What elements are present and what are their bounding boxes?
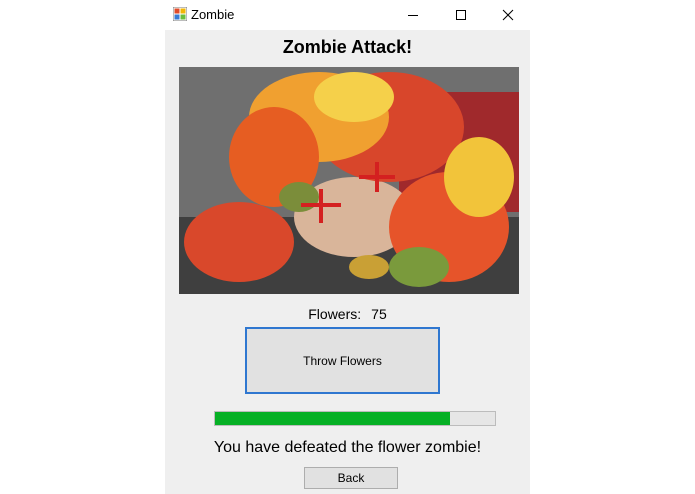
- window-title: Zombie: [191, 7, 235, 22]
- client-area: Zombie Attack! Flowers: 75 Throw Flowers…: [165, 30, 530, 494]
- status-message: You have defeated the flower zombie!: [213, 439, 482, 456]
- flowers-counter: Flowers: 75: [165, 306, 530, 322]
- page-title: Zombie Attack!: [282, 37, 413, 57]
- throw-flowers-button[interactable]: Throw Flowers: [245, 327, 440, 394]
- close-button[interactable]: [485, 0, 531, 30]
- maximize-button[interactable]: [438, 0, 484, 30]
- back-button[interactable]: Back: [304, 467, 398, 489]
- minimize-icon: [408, 15, 418, 16]
- close-icon: [502, 9, 514, 21]
- app-window: Zombie Zombie Attack! Flowers: 75 Throw …: [165, 0, 530, 494]
- title-bar[interactable]: Zombie: [165, 0, 530, 30]
- maximize-icon: [456, 10, 466, 20]
- progress-fill: [215, 412, 451, 425]
- flowers-count: 75: [371, 306, 387, 322]
- app-icon: [173, 7, 187, 21]
- progress-bar: [214, 411, 496, 426]
- zombie-image: [179, 67, 519, 294]
- flowers-label: Flowers:: [308, 306, 362, 322]
- minimize-button[interactable]: [390, 0, 436, 30]
